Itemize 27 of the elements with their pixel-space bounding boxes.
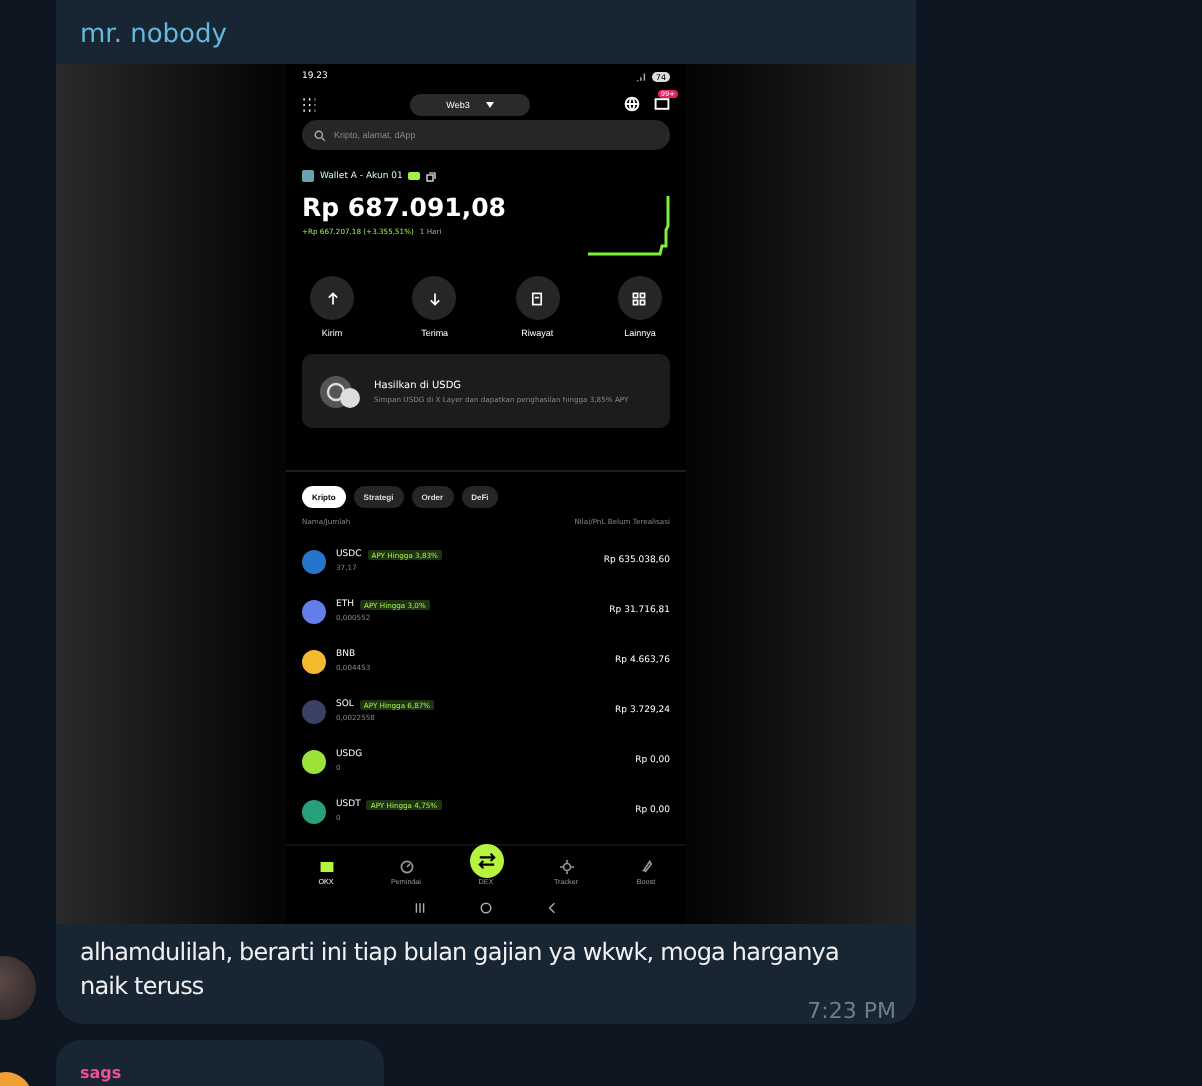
crosshair-icon [559,860,573,874]
caret-icon [485,101,494,107]
arrow-down-icon [427,291,442,305]
sparkline [586,192,670,260]
attached-screenshot[interactable] [56,64,916,924]
coin-stack-icon [318,371,362,411]
wallet-avatar [302,170,314,182]
document-icon [530,291,545,305]
gauge-icon [399,860,413,874]
swap-icon [469,844,503,878]
message-time: 7:23 PM [807,998,898,1024]
copy-icon [426,171,437,181]
wallet-icon [319,860,333,874]
grid-icon [632,291,647,305]
home-icon [479,902,492,914]
search-icon [314,129,326,141]
balance-amount: Rp 687.091,08 [302,192,507,222]
arrow-up-icon [325,291,339,305]
recent-apps-icon [413,902,426,914]
sender-name[interactable]: mr. nobody [80,20,227,50]
wallet-tag-icon [408,172,421,180]
message-text: alhamdulilah, berarti ini tiap bulan gajian ya wkwk, moga harganya naik teruss [78,936,841,1001]
back-icon [546,902,559,914]
sender-name[interactable]: sags [80,1064,122,1082]
grid-icon [302,97,316,111]
signal-icon [635,70,648,82]
globe-icon [624,96,640,112]
